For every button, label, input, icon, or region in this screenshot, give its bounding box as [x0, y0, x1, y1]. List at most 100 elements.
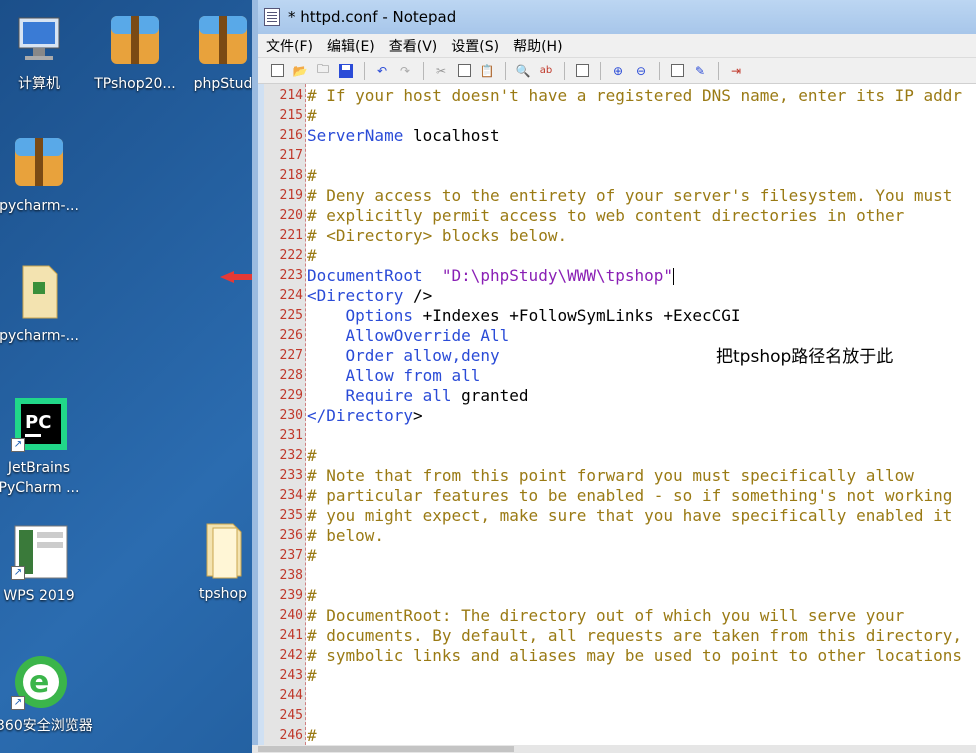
code-text: </Directory>: [307, 406, 423, 425]
folder-icon: [193, 520, 253, 580]
code-line[interactable]: 223 DocumentRoot "D:\phpStudy\WWW\tpshop": [264, 266, 962, 286]
code-text: #: [307, 586, 317, 605]
find-icon[interactable]: 🔍: [514, 62, 532, 80]
code-line[interactable]: 219 # Deny access to the entirety of your…: [264, 186, 962, 206]
menu-settings[interactable]: 设置(S): [451, 36, 499, 56]
code-text: # documents. By default, all requests ar…: [307, 626, 963, 645]
zoom-in-icon[interactable]: ⊕: [609, 62, 627, 80]
code-line[interactable]: 237 #: [264, 546, 962, 566]
line-number: 244: [279, 688, 303, 703]
line-number: 222: [279, 248, 303, 263]
edit-icon[interactable]: ✎: [691, 62, 709, 80]
desktop-icon-label: 360安全浏览器: [0, 718, 93, 734]
line-number: 243: [279, 668, 303, 683]
toolbar-separator: [423, 61, 424, 80]
redo-icon[interactable]: ↷: [396, 62, 414, 80]
text-caret: [673, 268, 675, 285]
code-line[interactable]: 241 # documents. By default, all requests…: [264, 626, 963, 646]
code-line[interactable]: 214 # If your host doesn't have a registe…: [264, 86, 963, 106]
code-line[interactable]: 216 ServerName localhost: [264, 126, 962, 146]
svg-text:PC: PC: [25, 412, 51, 433]
menu-file[interactable]: 文件(F): [266, 36, 313, 56]
line-number: 216: [279, 128, 303, 143]
code-line[interactable]: 243 #: [264, 666, 962, 686]
code-text: # Deny access to the entirety of your se…: [307, 186, 953, 205]
code-line[interactable]: 221 # <Directory> blocks below.: [264, 226, 962, 246]
new-icon[interactable]: [268, 62, 286, 80]
code-line[interactable]: 246 #: [264, 726, 962, 745]
code-text: Require all granted: [307, 386, 529, 405]
line-number: 232: [279, 448, 303, 463]
line-number: 237: [279, 548, 303, 563]
code-line[interactable]: 239 #: [264, 586, 962, 606]
copy-icon[interactable]: [455, 62, 473, 80]
folder-icon: [9, 262, 69, 322]
line-number: 220: [279, 208, 303, 223]
desktop-icon-pycharm-folder[interactable]: pycharm-...: [0, 262, 82, 346]
code-line[interactable]: 244: [264, 686, 962, 706]
menu-edit[interactable]: 编辑(E): [327, 36, 375, 56]
code-line[interactable]: 224 <Directory />: [264, 286, 962, 306]
code-line[interactable]: 245: [264, 706, 962, 726]
replace-icon[interactable]: ab: [537, 62, 555, 80]
line-number: 236: [279, 528, 303, 543]
horizontal-scrollbar[interactable]: [252, 745, 976, 753]
text-editor[interactable]: 214 # If your host doesn't have a registe…: [264, 84, 976, 745]
desktop-icon-wps[interactable]: ↗ WPS 2019: [0, 522, 82, 606]
code-line[interactable]: 235 # you might expect, make sure that yo…: [264, 506, 962, 526]
view-icon[interactable]: [573, 62, 591, 80]
desktop-icon-label: TPshop20...: [94, 76, 176, 92]
desktop-icon-360-browser[interactable]: e ↗ 360安全浏览器: [0, 652, 93, 736]
line-number: 215: [279, 108, 303, 123]
toolbar-separator: [505, 61, 506, 80]
save-icon[interactable]: [337, 62, 355, 80]
desktop-icon-label: pycharm-...: [0, 328, 79, 344]
line-number: 239: [279, 588, 303, 603]
code-line[interactable]: 234 # particular features to be enabled -…: [264, 486, 962, 506]
code-line[interactable]: 228 Allow from all: [264, 366, 962, 386]
archive-icon: [9, 132, 69, 192]
menu-view[interactable]: 查看(V): [389, 36, 438, 56]
line-number: 230: [279, 408, 303, 423]
desktop-icon-pycharm-archive[interactable]: pycharm-...: [0, 132, 82, 216]
desktop: 计算机 TPshop20... phpStud pycharm-... pych…: [0, 0, 252, 753]
undo-icon[interactable]: ↶: [373, 62, 391, 80]
notepad-window[interactable]: * httpd.conf - Notepad 文件(F) 编辑(E) 查看(V)…: [252, 0, 976, 753]
code-line[interactable]: 230 </Directory>: [264, 406, 962, 426]
code-line[interactable]: 242 # symbolic links and aliases may be u…: [264, 646, 963, 666]
scrollbar-thumb[interactable]: [258, 746, 514, 752]
code-text: #: [307, 546, 317, 565]
desktop-icon-pycharm-app[interactable]: PC ↗ JetBrains PyCharm ...: [0, 394, 82, 498]
title-bar[interactable]: * httpd.conf - Notepad: [258, 0, 976, 34]
zoom-out-icon[interactable]: ⊖: [632, 62, 650, 80]
code-line[interactable]: 233 # Note that from this point forward y…: [264, 466, 962, 486]
exit-icon[interactable]: ⇥: [727, 62, 745, 80]
code-line[interactable]: 215 #: [264, 106, 962, 126]
code-line[interactable]: 232 #: [264, 446, 962, 466]
code-text: # <Directory> blocks below.: [307, 226, 568, 245]
desktop-icon-tpshop-archive[interactable]: TPshop20...: [92, 10, 178, 94]
desktop-icon-computer[interactable]: 计算机: [0, 10, 82, 94]
code-line[interactable]: 220 # explicitly permit access to web con…: [264, 206, 962, 226]
code-line[interactable]: 218 #: [264, 166, 962, 186]
code-line[interactable]: 222 #: [264, 246, 962, 266]
code-line[interactable]: 240 # DocumentRoot: The directory out of …: [264, 606, 962, 626]
open-icon[interactable]: 📂: [291, 62, 309, 80]
code-line[interactable]: 231: [264, 426, 962, 446]
paste-icon[interactable]: 📋: [478, 62, 496, 80]
cut-icon[interactable]: ✂: [432, 62, 450, 80]
code-line[interactable]: 229 Require all granted: [264, 386, 962, 406]
open-folder-icon[interactable]: 🗀: [314, 62, 332, 80]
code-line[interactable]: 236 # below.: [264, 526, 962, 546]
pycharm-icon: PC ↗: [9, 394, 69, 454]
code-line[interactable]: 238: [264, 566, 962, 586]
editor-lines: 214 # If your host doesn't have a registe…: [264, 86, 963, 745]
code-text: # particular features to be enabled - so…: [307, 486, 953, 505]
code-line[interactable]: 217: [264, 146, 962, 166]
menu-help[interactable]: 帮助(H): [513, 36, 562, 56]
code-line[interactable]: 225 Options +Indexes +FollowSymLinks +Ex…: [264, 306, 962, 326]
settings-icon[interactable]: [668, 62, 686, 80]
